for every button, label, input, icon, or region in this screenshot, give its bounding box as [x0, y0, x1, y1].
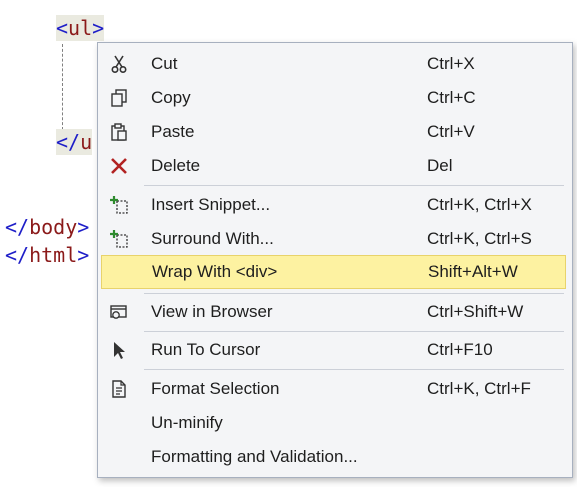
browser-icon: [108, 301, 130, 323]
body-close-tag: </body>: [5, 214, 89, 240]
menu-item-shortcut: Shift+Alt+W: [428, 262, 518, 281]
menu-item-wrap-with-div[interactable]: Wrap With <div> Shift+Alt+W: [101, 255, 566, 289]
menu-item-label: Surround With...: [151, 229, 274, 248]
menu-item-label: Paste: [151, 122, 195, 141]
menu-item-surround-with[interactable]: Surround With... Ctrl+K, Ctrl+S: [98, 222, 572, 256]
menu-item-shortcut: Ctrl+V: [427, 122, 475, 141]
copy-icon: [108, 87, 130, 109]
menu-item-label: Wrap With <div>: [152, 262, 278, 281]
menu-item-shortcut: Del: [427, 156, 453, 175]
tag-bracket: >: [92, 16, 105, 40]
tag-name: u: [80, 130, 93, 154]
menu-item-label: Delete: [151, 156, 201, 175]
menu-item-format-selection[interactable]: Format Selection Ctrl+K, Ctrl+F: [98, 372, 572, 406]
menu-item-label: View in Browser: [151, 302, 273, 321]
tag-bracket: </: [56, 130, 81, 154]
menu-item-shortcut: Ctrl+C: [427, 88, 476, 107]
menu-item-cut[interactable]: Cut Ctrl+X: [98, 47, 572, 81]
delete-x-icon: [108, 155, 130, 177]
menu-separator: [144, 293, 564, 294]
menu-item-shortcut: Ctrl+Shift+W: [427, 302, 524, 321]
surround-with-icon: [108, 228, 130, 250]
html-close-tag: </html>: [5, 242, 89, 268]
menu-item-label: Format Selection: [151, 379, 280, 398]
menu-item-shortcut: Ctrl+F10: [427, 340, 493, 359]
menu-item-paste[interactable]: Paste Ctrl+V: [98, 115, 572, 149]
format-document-icon: [108, 378, 130, 400]
tag-name: html: [29, 243, 78, 267]
paste-icon: [108, 121, 130, 143]
menu-separator: [144, 369, 564, 370]
menu-item-shortcut: Ctrl+K, Ctrl+X: [427, 195, 532, 214]
menu-item-shortcut: Ctrl+K, Ctrl+F: [427, 379, 531, 398]
menu-item-label: Formatting and Validation...: [151, 447, 358, 466]
ul-close-tag: </u: [56, 129, 93, 155]
tag-name: ul: [68, 16, 93, 40]
menu-item-shortcut: Ctrl+K, Ctrl+S: [427, 229, 532, 248]
tag-bracket: >: [77, 215, 90, 239]
indent-guide: [62, 44, 63, 130]
cursor-arrow-icon: [108, 339, 130, 361]
menu-item-delete[interactable]: Delete Del: [98, 149, 572, 183]
context-menu: Cut Ctrl+X Copy Ctrl+C Paste Ctrl+V Dele…: [97, 42, 573, 478]
tag-bracket: >: [77, 243, 90, 267]
menu-item-un-minify[interactable]: Un-minify: [98, 406, 572, 440]
menu-item-label: Copy: [151, 88, 191, 107]
ul-open-tag: <ul>: [56, 15, 105, 41]
menu-separator: [144, 185, 564, 186]
menu-item-label: Insert Snippet...: [151, 195, 271, 214]
tag-bracket: </: [5, 243, 30, 267]
menu-item-label: Un-minify: [151, 413, 223, 432]
menu-item-label: Run To Cursor: [151, 340, 261, 359]
menu-item-view-in-browser[interactable]: View in Browser Ctrl+Shift+W: [98, 295, 572, 329]
menu-item-formatting-and-validation[interactable]: Formatting and Validation...: [98, 440, 572, 474]
menu-item-insert-snippet[interactable]: Insert Snippet... Ctrl+K, Ctrl+X: [98, 188, 572, 222]
menu-item-run-to-cursor[interactable]: Run To Cursor Ctrl+F10: [98, 333, 572, 367]
menu-separator: [144, 331, 564, 332]
tag-bracket: </: [5, 215, 30, 239]
menu-item-copy[interactable]: Copy Ctrl+C: [98, 81, 572, 115]
tag-bracket: <: [56, 16, 69, 40]
scissors-icon: [108, 53, 130, 75]
menu-item-label: Cut: [151, 54, 178, 73]
insert-snippet-icon: [108, 194, 130, 216]
tag-name: body: [29, 215, 78, 239]
menu-item-shortcut: Ctrl+X: [427, 54, 475, 73]
